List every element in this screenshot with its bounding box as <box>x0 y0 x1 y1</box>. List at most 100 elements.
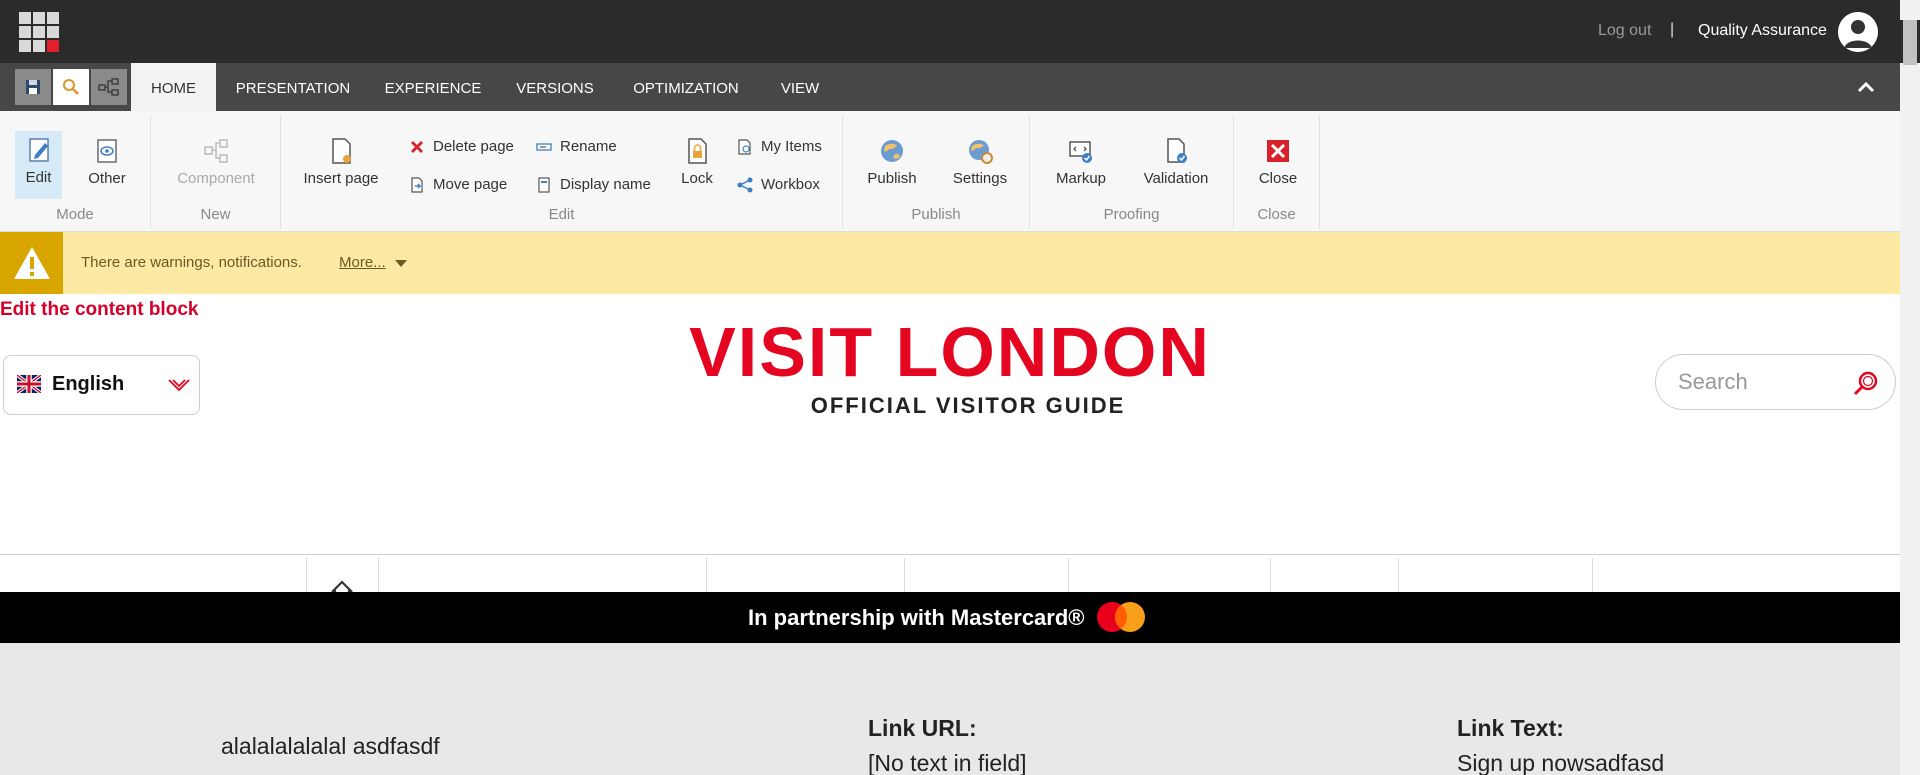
workbox-share-icon <box>737 177 753 192</box>
publish-settings-button[interactable]: Settings <box>950 132 1010 187</box>
preview-eye-icon <box>97 139 117 163</box>
tab-versions[interactable]: VERSIONS <box>505 63 605 111</box>
search-input[interactable] <box>1678 367 1848 397</box>
warning-text: There are warnings, notifications. <box>81 254 302 271</box>
insert-page-label: Insert page <box>303 170 379 187</box>
rename-icon <box>536 142 552 151</box>
username-label[interactable]: Quality Assurance <box>1698 22 1827 40</box>
workbox-button[interactable]: Workbox <box>737 176 820 193</box>
ribbon-group-edit: Insert page Delete page Move page Rename… <box>281 115 843 229</box>
scrollbar-up[interactable] <box>1900 0 1920 20</box>
warning-notification-bar: There are warnings, notifications. More.… <box>0 232 1900 294</box>
rename-label: Rename <box>560 138 617 155</box>
close-icon <box>1267 140 1289 162</box>
warning-more-link[interactable]: More... <box>339 254 386 271</box>
group-label-close: Close <box>1257 206 1296 223</box>
ribbon-group-proofing: Markup Validation Proofing <box>1030 115 1234 229</box>
tab-experience[interactable]: EXPERIENCE <box>375 63 491 111</box>
delete-icon <box>411 140 423 153</box>
my-items-icon <box>738 138 751 155</box>
group-label-edit: Edit <box>548 206 575 223</box>
markup-button[interactable]: Markup <box>1052 132 1110 187</box>
display-name-button[interactable]: Display name <box>536 176 651 193</box>
display-name-label: Display name <box>560 176 651 193</box>
warning-icon <box>0 232 63 294</box>
brand-subtitle: OFFICIAL VISITOR GUIDE <box>810 393 1126 418</box>
save-icon[interactable] <box>15 69 51 105</box>
tab-home[interactable]: HOME <box>131 63 216 111</box>
link-url-value[interactable]: [No text in field] <box>868 750 1027 775</box>
lock-label: Lock <box>681 170 713 187</box>
component-label: Component <box>177 170 255 187</box>
publish-settings-label: Settings <box>952 170 1008 187</box>
mastercard-logo-icon <box>1097 602 1145 632</box>
workbox-label: Workbox <box>761 176 820 193</box>
publish-label: Publish <box>867 170 917 187</box>
move-page-button[interactable]: Move page <box>409 176 507 193</box>
partnership-text: In partnership with Mastercard® <box>748 605 1085 630</box>
lock-button[interactable]: Lock <box>675 132 719 187</box>
tab-view[interactable]: VIEW <box>768 63 832 111</box>
close-label: Close <box>1258 170 1298 187</box>
validation-button[interactable]: Validation <box>1140 132 1212 187</box>
top-bar: Log out | Quality Assurance <box>0 0 1920 63</box>
close-button[interactable]: Close <box>1256 132 1300 187</box>
caret-down-icon[interactable] <box>395 260 407 267</box>
app-page: Log out | Quality Assurance HOME PRESENT… <box>0 0 1920 775</box>
app-launcher-icon[interactable] <box>19 12 59 52</box>
vertical-scrollbar[interactable] <box>1900 63 1920 775</box>
rename-button[interactable]: Rename <box>536 138 617 155</box>
delete-page-button[interactable]: Delete page <box>409 138 514 155</box>
tab-presentation[interactable]: PRESENTATION <box>226 63 360 111</box>
markup-label: Markup <box>1055 170 1107 187</box>
tab-optimization[interactable]: OPTIMIZATION <box>622 63 750 111</box>
publish-globe-icon <box>881 140 903 162</box>
validation-label: Validation <box>1143 170 1209 187</box>
search-icon[interactable] <box>53 69 89 105</box>
edit-icon <box>28 138 49 162</box>
navigation-tree-icon[interactable] <box>91 69 127 105</box>
brand-title[interactable]: VISIT LONDON <box>0 312 1900 392</box>
delete-page-label: Delete page <box>433 138 514 155</box>
group-label-proofing: Proofing <box>1103 206 1160 223</box>
scrollbar-thumb[interactable] <box>1903 20 1917 65</box>
main-navigation <box>0 554 1900 593</box>
search-icon[interactable] <box>1852 369 1880 397</box>
link-text-value[interactable]: Sign up nowsadfasd <box>1457 750 1664 775</box>
edit-mode-label: Edit <box>25 169 52 186</box>
insert-page-icon <box>332 138 351 164</box>
ribbon-group-new: Component New <box>151 115 281 229</box>
logout-link[interactable]: Log out <box>1598 22 1651 40</box>
content-body-text[interactable]: alalalalalalal asdfasdf <box>221 733 440 760</box>
mastercard-partnership-banner[interactable]: In partnership with Mastercard® <box>0 592 1900 643</box>
content-block: alalalalalalal asdfasdf Link URL: [No te… <box>0 643 1900 775</box>
publish-button[interactable]: Publish <box>863 132 921 187</box>
my-items-button[interactable]: My Items <box>737 138 822 155</box>
group-label-mode: Mode <box>56 206 94 223</box>
topbar-separator: | <box>1670 21 1675 38</box>
site-search <box>1655 354 1896 410</box>
add-component-button[interactable]: Component <box>173 132 259 187</box>
my-items-label: My Items <box>761 138 822 155</box>
other-mode-button[interactable]: Other <box>82 132 132 187</box>
move-page-label: Move page <box>433 176 508 193</box>
link-text-label: Link Text: <box>1457 715 1564 741</box>
other-mode-label: Other <box>88 170 126 187</box>
ribbon-group-publish: Publish Settings Publish <box>843 115 1030 229</box>
ribbon-tab-bar: HOME PRESENTATION EXPERIENCE VERSIONS OP… <box>0 63 1900 111</box>
edit-mode-button[interactable]: Edit <box>15 131 62 199</box>
display-name-icon <box>538 176 550 193</box>
collapse-ribbon-icon[interactable] <box>1854 77 1878 97</box>
settings-globe-icon <box>969 140 993 164</box>
lock-icon <box>688 138 707 164</box>
move-page-icon <box>411 176 423 193</box>
ribbon-panel: Edit Other Mode Component New Insert pag… <box>0 111 1900 232</box>
group-label-new: New <box>200 206 231 223</box>
user-avatar-icon[interactable] <box>1838 12 1878 52</box>
validation-icon <box>1167 138 1187 163</box>
markup-icon <box>1069 141 1092 163</box>
component-icon <box>204 139 228 163</box>
ribbon-group-mode: Edit Other Mode <box>0 115 151 229</box>
insert-page-button[interactable]: Insert page <box>302 132 380 187</box>
group-label-publish: Publish <box>911 206 961 223</box>
